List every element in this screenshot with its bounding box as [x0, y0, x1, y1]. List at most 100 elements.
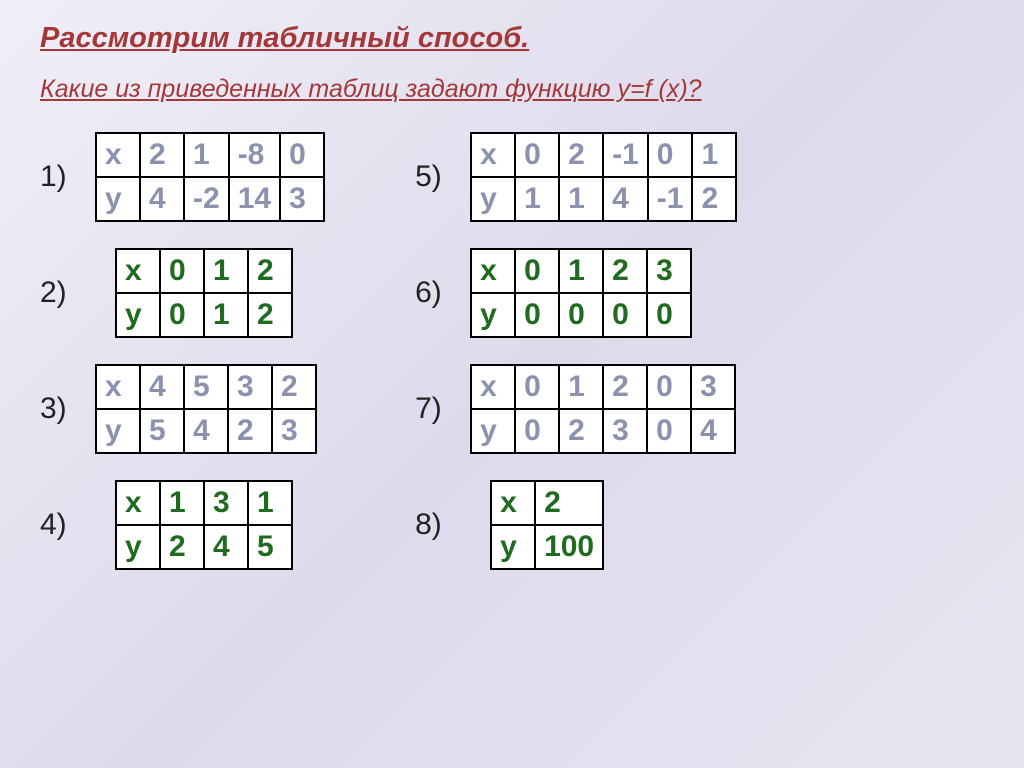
table-row: x 0 1 2 3	[471, 249, 691, 293]
table-row: y 0 0 0 0	[471, 293, 691, 337]
table-row: x 1 3 1	[116, 481, 292, 525]
row-label: y	[116, 293, 160, 337]
row-label: x	[96, 133, 140, 177]
table-row: y 4 -2 14 3	[96, 177, 324, 221]
cell: 2	[248, 293, 292, 337]
main-title: Рассмотрим табличный способ.	[40, 22, 984, 55]
row-label: x	[116, 249, 160, 293]
cell: 2	[603, 249, 647, 293]
table-row: x 4 5 3 2	[96, 365, 316, 409]
cell: 3	[603, 409, 647, 453]
row-label: x	[471, 133, 515, 177]
cell: 3	[691, 365, 735, 409]
table-row: y 5 4 2 3	[96, 409, 316, 453]
cell: 4	[140, 177, 184, 221]
question-text: Какие из приведенных таблиц задают функц…	[40, 75, 984, 104]
num-7: 7)	[415, 392, 470, 426]
table-2: x 0 1 2 y 0 1 2	[115, 248, 293, 338]
row-label: y	[491, 525, 535, 569]
table-5: x 0 2 -1 0 1 y 1 1 4 -1 2	[470, 132, 737, 222]
num-8: 8)	[415, 508, 470, 542]
cell: 2	[559, 133, 603, 177]
row-label: y	[471, 293, 515, 337]
cell: 4	[184, 409, 228, 453]
row-label: y	[96, 409, 140, 453]
cell: 1	[160, 481, 204, 525]
cell: 2	[272, 365, 316, 409]
cell: 4	[204, 525, 248, 569]
num-5: 5)	[415, 160, 470, 194]
table-row: x 0 1 2 0 3	[471, 365, 735, 409]
cell: 3	[204, 481, 248, 525]
row-label: y	[96, 177, 140, 221]
cell: 1	[248, 481, 292, 525]
row-label: y	[471, 409, 515, 453]
cell: 4	[140, 365, 184, 409]
row-label: y	[471, 177, 515, 221]
row-label: y	[116, 525, 160, 569]
item-1: 1) x 2 1 -8 0 y 4 -2 14 3	[40, 132, 325, 222]
num-1: 1)	[40, 160, 95, 194]
cell: -1	[603, 133, 648, 177]
table-row: y 2 4 5	[116, 525, 292, 569]
cell: 1	[559, 249, 603, 293]
cell: 1	[204, 293, 248, 337]
table-row: y 0 2 3 0 4	[471, 409, 735, 453]
cell: 0	[515, 133, 559, 177]
table-7: x 0 1 2 0 3 y 0 2 3 0 4	[470, 364, 736, 454]
left-column: 1) x 2 1 -8 0 y 4 -2 14 3 2)	[40, 132, 325, 596]
num-6: 6)	[415, 276, 470, 310]
table-4: x 1 3 1 y 2 4 5	[115, 480, 293, 570]
num-2: 2)	[40, 276, 95, 310]
item-7: 7) x 0 1 2 0 3 y 0 2 3 0 4	[415, 364, 737, 454]
cell: 3	[647, 249, 691, 293]
item-4: 4) x 1 3 1 y 2 4 5	[40, 480, 325, 570]
cell: 5	[184, 365, 228, 409]
cell: 1	[692, 133, 736, 177]
item-5: 5) x 0 2 -1 0 1 y 1 1 4 -1 2	[415, 132, 737, 222]
tables-area: 1) x 2 1 -8 0 y 4 -2 14 3 2)	[40, 132, 984, 596]
cell: 0	[515, 409, 559, 453]
table-row: y 0 1 2	[116, 293, 292, 337]
cell: 0	[160, 249, 204, 293]
cell: 2	[692, 177, 736, 221]
cell: 0	[647, 409, 691, 453]
cell: 0	[515, 249, 559, 293]
item-8: 8) x 2 y 100	[415, 480, 737, 570]
cell: 1	[204, 249, 248, 293]
cell: 0	[160, 293, 204, 337]
cell: 0	[603, 293, 647, 337]
cell: 3	[272, 409, 316, 453]
cell: 3	[280, 177, 324, 221]
cell: -1	[648, 177, 693, 221]
cell: 100	[535, 525, 603, 569]
cell: 0	[647, 293, 691, 337]
cell: 0	[515, 293, 559, 337]
cell: 5	[248, 525, 292, 569]
right-column: 5) x 0 2 -1 0 1 y 1 1 4 -1 2	[415, 132, 737, 596]
cell: 1	[559, 177, 603, 221]
table-row: x 2 1 -8 0	[96, 133, 324, 177]
table-row: y 100	[491, 525, 603, 569]
cell: 0	[648, 133, 693, 177]
cell: 1	[184, 133, 229, 177]
table-row: x 0 2 -1 0 1	[471, 133, 736, 177]
row-label: x	[116, 481, 160, 525]
cell: 4	[691, 409, 735, 453]
table-row: y 1 1 4 -1 2	[471, 177, 736, 221]
table-6: x 0 1 2 3 y 0 0 0 0	[470, 248, 692, 338]
item-2: 2) x 0 1 2 y 0 1 2	[40, 248, 325, 338]
item-3: 3) x 4 5 3 2 y 5 4 2 3	[40, 364, 325, 454]
row-label: x	[471, 365, 515, 409]
table-row: x 0 1 2	[116, 249, 292, 293]
row-label: x	[96, 365, 140, 409]
cell: 0	[647, 365, 691, 409]
table-8: x 2 y 100	[490, 480, 604, 570]
cell: 1	[515, 177, 559, 221]
table-row: x 2	[491, 481, 603, 525]
cell: 2	[559, 409, 603, 453]
cell: 1	[559, 365, 603, 409]
cell: 0	[280, 133, 324, 177]
cell: 2	[248, 249, 292, 293]
cell: 2	[535, 481, 603, 525]
